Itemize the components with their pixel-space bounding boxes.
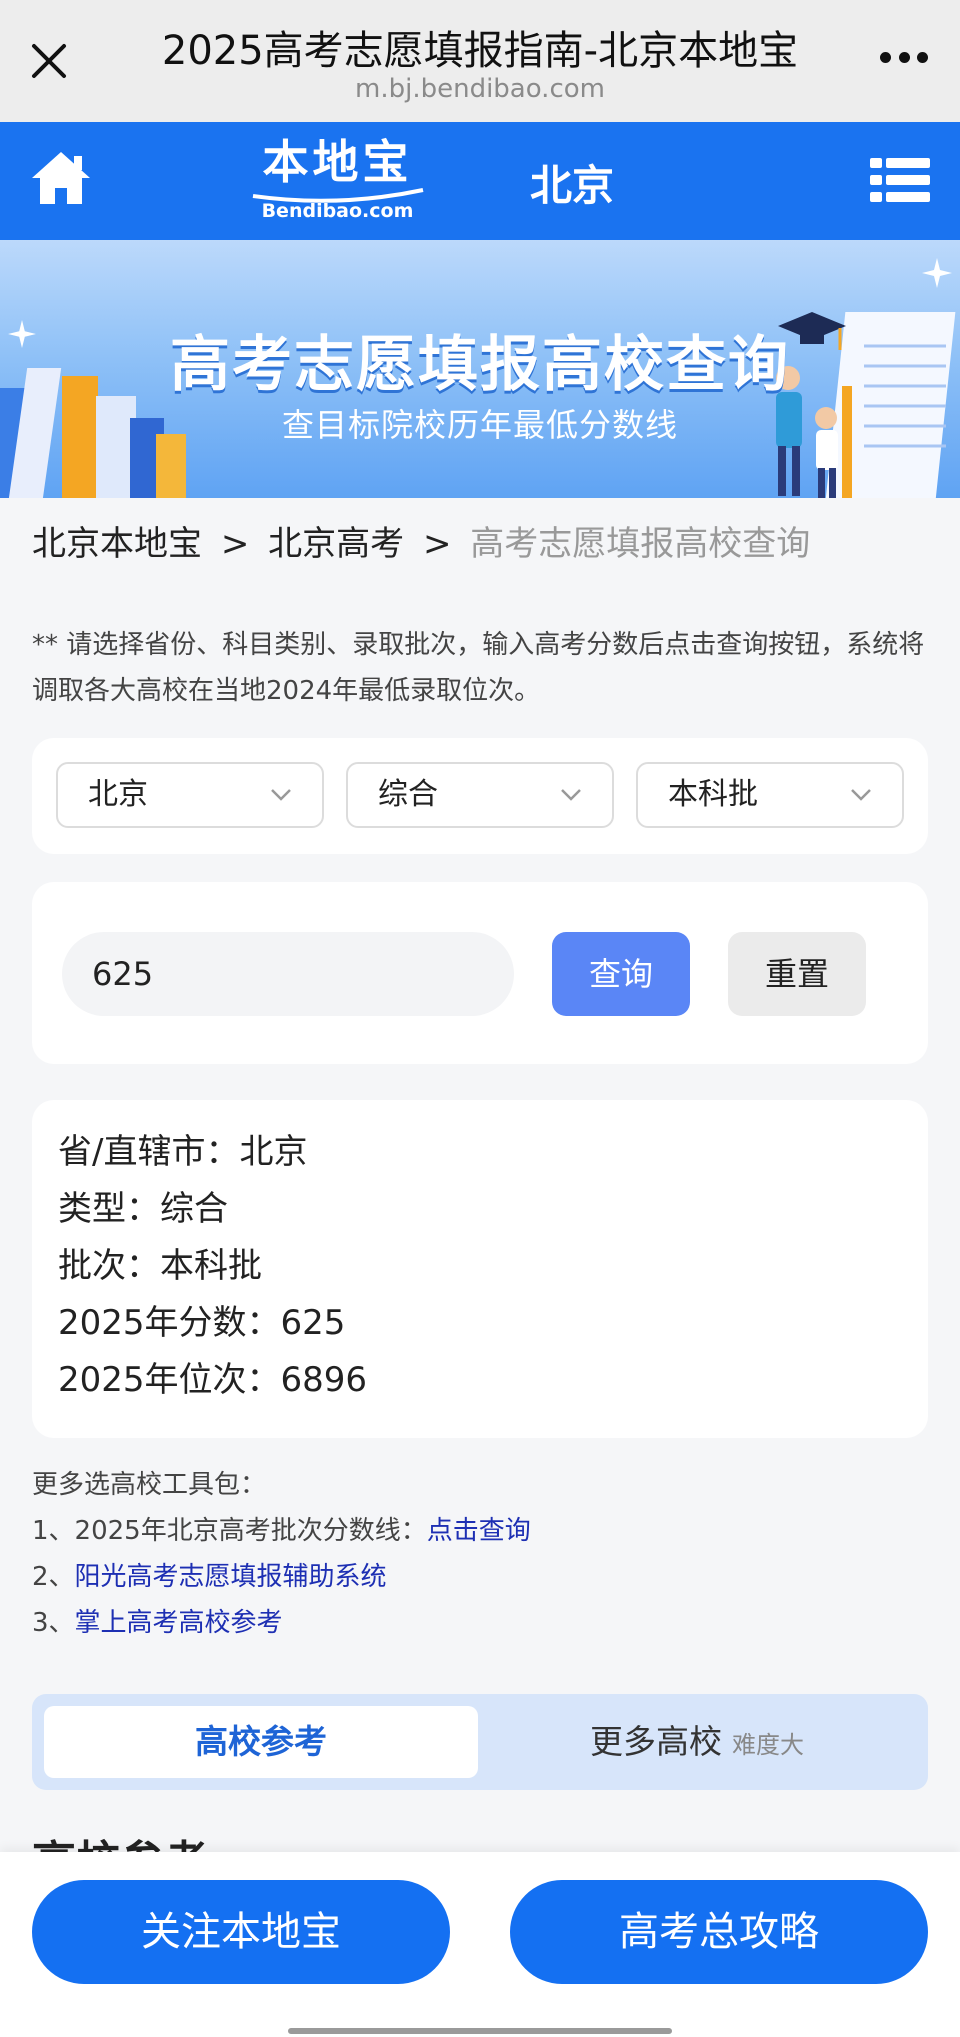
result-score: 2025年分数：625: [58, 1303, 346, 1343]
tab-more-hint: 难度大: [732, 1731, 804, 1759]
tools-heading: 更多选高校工具包：: [32, 1470, 267, 1500]
batch-select-value: 本科批: [668, 777, 758, 812]
hero-banner: 高考志愿填报高校查询 查目标院校历年最低分数线: [0, 240, 960, 498]
province-select[interactable]: 北京: [56, 762, 324, 828]
site-header: 本地宝 Bendibao.com 北京: [0, 122, 960, 240]
breadcrumb-item-gaokao[interactable]: 北京高考: [268, 524, 404, 564]
filter-card: 北京 综合 本科批: [32, 738, 928, 854]
tab-more-colleges[interactable]: 更多高校 难度大: [478, 1706, 916, 1778]
follow-button[interactable]: 关注本地宝: [32, 1880, 450, 1984]
query-button[interactable]: 查询: [552, 932, 690, 1016]
instruction-text: ** 请选择省份、科目类别、录取批次，输入高考分数后点击查询按钮，系统将调取各大…: [32, 630, 925, 706]
zhangshang-gaokao-link[interactable]: 掌上高考高校参考: [75, 1608, 283, 1638]
breadcrumb-item-home[interactable]: 北京本地宝: [32, 524, 202, 564]
result-card: 省/直辖市：北京 类型：综合 批次：本科批 2025年分数：625 2025年位…: [32, 1100, 928, 1438]
tool-item-prefix: 3、: [32, 1608, 75, 1638]
breadcrumb: 北京本地宝 > 北京高考 > 高考志愿填报高校查询: [32, 516, 810, 565]
batch-select[interactable]: 本科批: [636, 762, 904, 828]
tab-college-reference[interactable]: 高校参考: [44, 1706, 478, 1778]
site-logo[interactable]: 本地宝 Bendibao.com: [245, 134, 430, 226]
subject-select-value: 综合: [378, 777, 438, 812]
score-query-card: 查询 重置: [32, 882, 928, 1064]
chevron-down-icon: [271, 789, 291, 801]
result-type: 类型：综合: [58, 1189, 228, 1229]
gaokao-guide-button[interactable]: 高考总攻略: [510, 1880, 928, 1984]
banner-subtitle: 查目标院校历年最低分数线: [281, 406, 678, 444]
breadcrumb-current: 高考志愿填报高校查询: [470, 524, 811, 564]
browser-topbar: 2025高考志愿填报指南-北京本地宝 m.bj.bendibao.com: [0, 0, 960, 122]
score-input[interactable]: [62, 932, 514, 1016]
bottom-action-bar: 关注本地宝 高考总攻略: [0, 1852, 960, 2037]
home-icon[interactable]: [28, 148, 94, 208]
more-dots-icon[interactable]: [880, 52, 928, 66]
list-item: 2、阳光高考志愿填报辅助系统: [32, 1554, 932, 1600]
result-province: 省/直辖市：北京: [58, 1132, 308, 1172]
list-item: 3、掌上高考高校参考: [32, 1600, 932, 1646]
province-select-value: 北京: [88, 777, 148, 812]
page-title: 2025高考志愿填报指南-北京本地宝: [161, 28, 799, 74]
logo-text-cn: 本地宝: [262, 135, 413, 189]
subject-select[interactable]: 综合: [346, 762, 614, 828]
list-item: 1、2025年北京高考批次分数线：点击查询: [32, 1508, 932, 1554]
banner-title: 高考志愿填报高校查询: [170, 330, 790, 400]
chevron-down-icon: [561, 789, 581, 801]
result-batch: 批次：本科批: [58, 1246, 262, 1286]
home-indicator[interactable]: [288, 2028, 672, 2034]
logo-text-en: Bendibao.com: [261, 200, 414, 222]
page-url: m.bj.bendibao.com: [355, 74, 605, 104]
result-rank: 2025年位次：6896: [58, 1360, 368, 1400]
chevron-down-icon: [851, 789, 871, 801]
breadcrumb-separator: >: [422, 524, 452, 564]
tab-more-label: 更多高校: [590, 1722, 722, 1761]
list-menu-icon[interactable]: [870, 156, 930, 204]
tools-list: 更多选高校工具包： 1、2025年北京高考批次分数线：点击查询 2、阳光高考志愿…: [32, 1462, 932, 1646]
star-icon: [922, 258, 952, 288]
tool-item-prefix: 1、2025年北京高考批次分数线：: [32, 1516, 427, 1546]
tool-item-prefix: 2、: [32, 1562, 75, 1592]
reset-button[interactable]: 重置: [728, 932, 866, 1016]
city-label[interactable]: 北京: [530, 152, 614, 213]
breadcrumb-separator: >: [220, 524, 250, 564]
college-tabs: 高校参考 更多高校 难度大: [32, 1694, 928, 1790]
batch-score-link[interactable]: 点击查询: [427, 1516, 531, 1546]
sunshine-gaokao-link[interactable]: 阳光高考志愿填报辅助系统: [75, 1562, 387, 1592]
